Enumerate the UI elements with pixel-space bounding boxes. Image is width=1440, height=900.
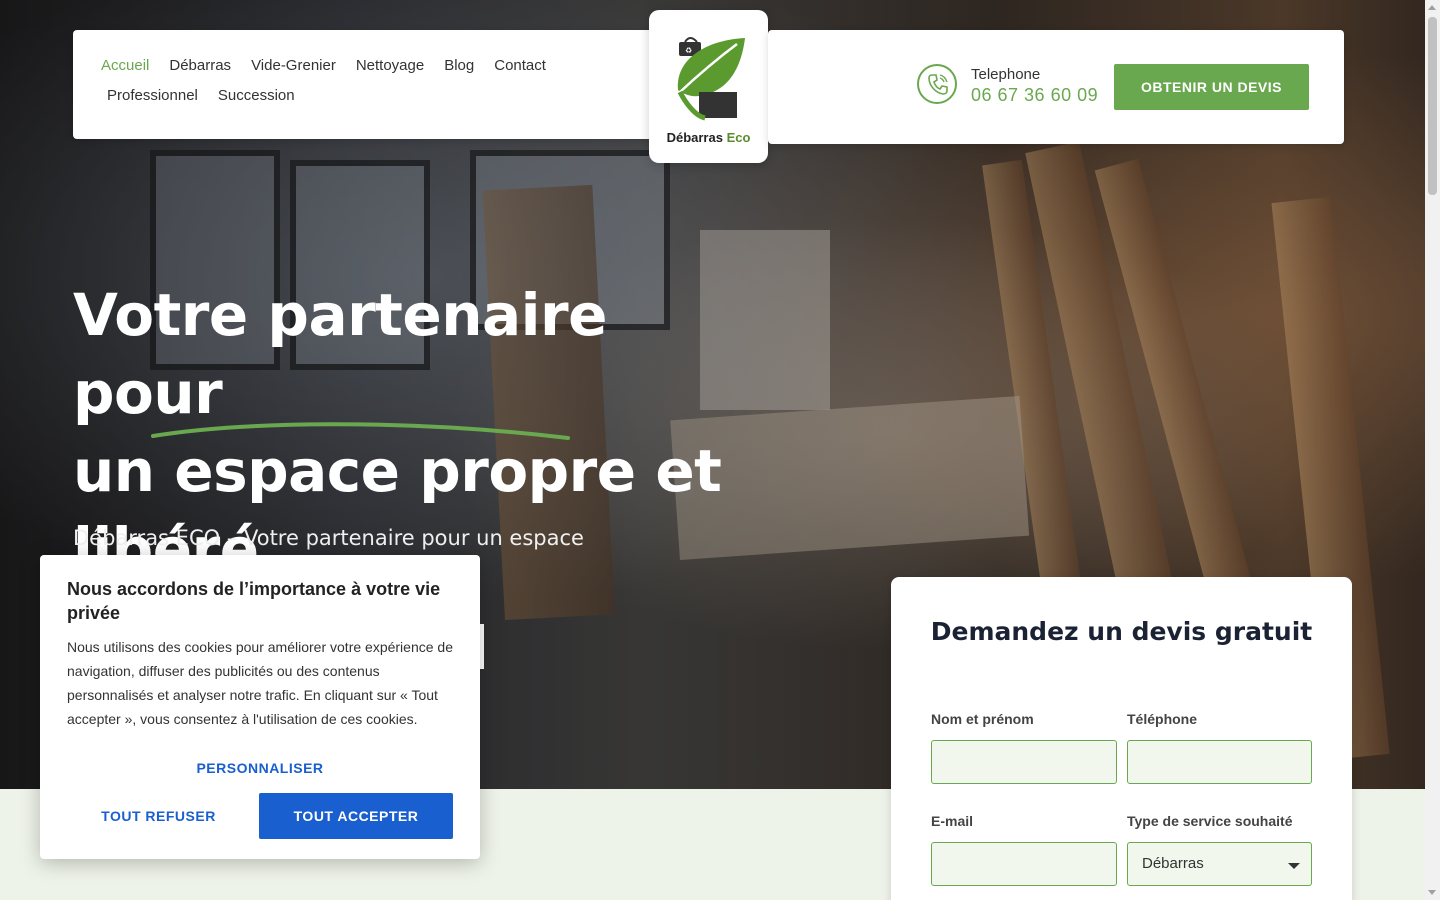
service-field-label: Type de service souhaité [1127,813,1293,829]
cookie-accept-button[interactable]: TOUT ACCEPTER [259,793,453,839]
quote-form-title: Demandez un devis gratuit [930,617,1313,646]
phone-handset-icon [928,74,948,95]
hero-title-line: Votre partenaire pour [73,281,608,427]
logo-text: Débarras Eco [649,130,768,145]
nav-item-contact[interactable]: Contact [484,58,556,88]
phone-input[interactable] [1127,740,1312,784]
nav-item-succession[interactable]: Succession [208,88,305,118]
cookie-refuse-button[interactable]: TOUT REFUSER [67,793,250,839]
nav-item-accueil[interactable]: Accueil [95,58,159,88]
nav-item-vide-grenier[interactable]: Vide-Grenier [241,58,346,88]
site-logo[interactable]: ♻ Débarras Eco [649,10,768,163]
get-quote-button[interactable]: OBTENIR UN DEVIS [1114,64,1309,110]
logo-name: Débarras [666,130,723,145]
nav-item-nettoyage[interactable]: Nettoyage [346,58,434,88]
logo-name-accent: Eco [726,130,751,145]
service-type-selected: Débarras [1142,855,1204,872]
main-navigation: Accueil Débarras Vide-Grenier Nettoyage … [73,30,663,139]
phone-icon[interactable] [917,64,957,104]
nav-item-debarras[interactable]: Débarras [159,58,241,88]
title-underline-decoration [151,422,570,440]
scrollbar-thumb[interactable] [1428,17,1437,195]
scroll-down-arrow-icon[interactable] [1428,890,1436,895]
cookie-title: Nous accordons de l’importance à votre v… [67,579,441,623]
email-field-label: E-mail [931,813,974,829]
cookie-consent-banner: Nous accordons de l’importance à votre v… [40,555,480,859]
phone-label: Telephone [971,66,1041,83]
service-type-select[interactable]: Débarras [1127,842,1312,886]
quote-form: Demandez un devis gratuit Nom et prénom … [891,577,1352,900]
hidden-button-edge [480,624,484,669]
header-contact: Telephone 06 67 36 60 09 OBTENIR UN DEVI… [768,30,1344,144]
name-field-label: Nom et prénom [931,711,1034,727]
leaf-bag-logo-icon: ♻ [677,37,745,121]
page-scrollbar[interactable] [1425,0,1440,900]
nav-item-blog[interactable]: Blog [434,58,484,88]
cookie-customize-button[interactable]: PERSONNALISER [40,760,480,776]
hero-subtitle: Débarras ECO – Votre partenaire pour un … [73,526,584,550]
email-input[interactable] [931,842,1117,886]
nav-list: Accueil Débarras Vide-Grenier Nettoyage … [95,58,615,118]
svg-text:♻: ♻ [685,46,692,55]
phone-field-label: Téléphone [1127,711,1198,727]
cookie-description: Nous utilisons des cookies pour améliore… [67,639,453,727]
name-input[interactable] [931,740,1117,784]
chevron-down-icon [1288,863,1300,869]
scroll-up-arrow-icon[interactable] [1428,5,1436,10]
phone-number-link[interactable]: 06 67 36 60 09 [971,85,1098,106]
nav-item-professionnel[interactable]: Professionnel [95,88,208,118]
